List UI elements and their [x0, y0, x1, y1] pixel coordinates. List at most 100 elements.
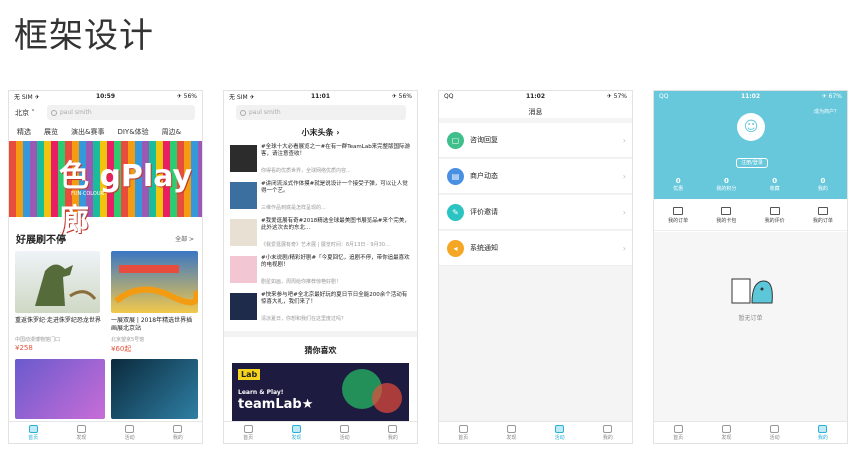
- tab-home[interactable]: 首页: [439, 422, 487, 443]
- tab-bar: 首页 发现 活动 我的: [654, 421, 847, 443]
- menu-reviews[interactable]: 我的评价: [751, 201, 799, 230]
- become-merchant-link[interactable]: 成为商户？: [814, 108, 839, 115]
- tab-activity[interactable]: 活动: [751, 422, 799, 443]
- tab-profile[interactable]: 我的: [154, 422, 202, 443]
- category-nav: 精选 展览 演出&赛事 DIY&体验 周边&: [9, 127, 202, 141]
- login-button[interactable]: 注册/登录: [736, 158, 768, 168]
- chevron-right-icon: ›: [622, 135, 626, 145]
- nav-item[interactable]: 演出&赛事: [71, 127, 104, 141]
- tab-bar: 首页 发现 活动 我的: [9, 421, 202, 443]
- chevron-right-icon: ›: [622, 243, 626, 253]
- review-icon: [769, 207, 780, 215]
- card-icon: [721, 207, 732, 215]
- discover-icon: [76, 424, 86, 433]
- nav-item[interactable]: 展览: [44, 127, 58, 141]
- banner[interactable]: 色 gPlay 廊 FUN·COLOUR: [9, 141, 202, 238]
- status-bar: 无 SIM ✈ 11:01 ✈ 56%: [229, 93, 412, 101]
- bell-icon: ◂: [447, 239, 464, 257]
- news-heading[interactable]: 小末头条 ›: [224, 127, 417, 138]
- tab-activity[interactable]: 活动: [321, 422, 369, 443]
- stat-item[interactable]: 0 我的积分: [702, 177, 750, 192]
- city-selector[interactable]: 北京 ˅: [15, 108, 35, 118]
- page-header: 消息: [528, 108, 543, 116]
- home-icon: [458, 424, 468, 433]
- stat-item[interactable]: 0 优惠: [654, 177, 702, 192]
- tab-activity[interactable]: 活动: [106, 422, 154, 443]
- card-subtitle: 中国动漫博物馆门口: [15, 337, 61, 343]
- home-icon: [673, 424, 683, 433]
- search-input[interactable]: paul smith: [236, 105, 406, 120]
- profile-icon: [818, 424, 828, 433]
- tab-discover[interactable]: 发现: [487, 422, 535, 443]
- news-item[interactable]: #小末说剧/精彩好剧#「今夏回忆，追剧不停，带你追最喜欢的电视剧！ 剧星如画，周周…: [230, 254, 411, 287]
- menu-cards[interactable]: 我的卡包: [702, 201, 750, 230]
- avatar[interactable]: ☺: [737, 113, 765, 141]
- nav-item[interactable]: DIY&体验: [117, 127, 148, 141]
- search-input[interactable]: paul smith: [47, 105, 195, 120]
- message-item-review[interactable]: ✎ 评价邀请 ›: [439, 195, 632, 230]
- nav-item[interactable]: 周边&: [162, 127, 181, 141]
- card-title[interactable]: 一展双展 | 2018年精选世界插画展北京站: [111, 317, 197, 333]
- view-all-link[interactable]: 全部 >: [175, 234, 194, 243]
- nav-item[interactable]: 精选: [17, 127, 31, 141]
- tab-home[interactable]: 首页: [654, 422, 702, 443]
- star-icon: ✎: [447, 203, 464, 221]
- card-image-illustration[interactable]: [111, 251, 200, 313]
- profile-menu: 我的订单 我的卡包 我的评价 我的订单: [654, 201, 847, 231]
- menu-orders-2[interactable]: 我的订单: [799, 201, 847, 230]
- discover-icon: [506, 424, 516, 433]
- news-item[interactable]: #全球十大必看展览之一#在有一群TeamLab来完整版国际游客，请注意查收！ 你得…: [230, 143, 411, 176]
- news-item[interactable]: #我爱逛展有奇#2018精选全球最美图书展览品#来个完美，此外这次去的东北...…: [230, 217, 411, 250]
- menu-orders[interactable]: 我的订单: [654, 201, 702, 230]
- chevron-right-icon: ›: [622, 171, 626, 181]
- status-bar: 无 SIM ✈ 10:59 ✈ 56%: [14, 93, 197, 101]
- search-icon: [240, 109, 246, 116]
- stats-row: 0 优惠 0 我的积分 0 收藏 0 我的: [654, 177, 847, 192]
- discover-icon: [721, 424, 731, 433]
- tab-profile[interactable]: 我的: [369, 422, 417, 443]
- card-subtitle: 北京望京5号馆: [111, 337, 145, 343]
- phone-profile: QQ 11:02 ✈ 67% 成为商户？ ☺ 注册/登录 0 优惠 0 我的积分 0…: [653, 90, 848, 444]
- activity-icon: [555, 424, 565, 433]
- tab-home[interactable]: 首页: [224, 422, 272, 443]
- news-thumbnail: [230, 293, 257, 320]
- profile-icon: [603, 424, 613, 433]
- phone-messages: QQ 11:02 ✈ 57% 消息 ▢ 咨询回复 › ▤ 商户动态 › ✎ 评价邀请 › ◂…: [438, 90, 633, 444]
- tab-activity[interactable]: 活动: [536, 422, 584, 443]
- banner-subtitle: FUN·COLOUR: [71, 191, 104, 197]
- stat-item[interactable]: 0 收藏: [751, 177, 799, 192]
- home-icon: [243, 424, 253, 433]
- teamlab-banner[interactable]: Lab Learn & Play! teamLab★: [232, 363, 409, 421]
- message-item-consult[interactable]: ▢ 咨询回复 ›: [439, 123, 632, 158]
- stat-item[interactable]: 0 我的: [799, 177, 847, 192]
- card-image-exhibit[interactable]: [15, 359, 105, 419]
- card-price: ¥60起: [111, 345, 132, 353]
- activity-icon: [770, 424, 780, 433]
- message-item-system[interactable]: ◂ 系统通知 ›: [439, 231, 632, 266]
- tab-profile[interactable]: 我的: [584, 422, 632, 443]
- card-image-aquarium[interactable]: [111, 359, 198, 419]
- tab-home[interactable]: 首页: [9, 422, 57, 443]
- tab-profile[interactable]: 我的: [799, 422, 847, 443]
- message-item-merchant[interactable]: ▤ 商户动态 ›: [439, 159, 632, 194]
- card-image-dinosaur[interactable]: [15, 251, 100, 313]
- tab-discover[interactable]: 发现: [57, 422, 105, 443]
- news-item[interactable]: #快来参与吧#全北京最好玩的夏日节日全能200余个活动有惊喜大礼，我们来了！ 清凉…: [230, 291, 411, 324]
- news-item[interactable]: #讲闭流派式作体摸#就是说设计一个接受子弹，可以让人觉得一个艺。 三维作品到底是怎…: [230, 180, 411, 213]
- news-thumbnail: [230, 182, 257, 209]
- status-bar: QQ 11:02 ✈ 67%: [659, 93, 842, 100]
- news-thumbnail: [230, 256, 257, 283]
- tab-discover[interactable]: 发现: [702, 422, 750, 443]
- section-title: 好展刷不停: [16, 235, 66, 246]
- news-thumbnail: [230, 219, 257, 246]
- store-icon: ▤: [447, 167, 464, 185]
- tab-bar: 首页 发现 活动 我的: [439, 421, 632, 443]
- divider: [224, 331, 417, 337]
- card-price: ¥258: [15, 344, 33, 352]
- orders-icon: [673, 207, 684, 215]
- card-title[interactable]: 重返侏罗纪·走进侏罗纪恐龙世界: [15, 317, 101, 325]
- search-icon: [51, 109, 57, 116]
- page-title: 框架设计: [14, 16, 154, 56]
- status-bar: QQ 11:02 ✈ 57%: [444, 93, 627, 100]
- tab-discover[interactable]: 发现: [272, 422, 320, 443]
